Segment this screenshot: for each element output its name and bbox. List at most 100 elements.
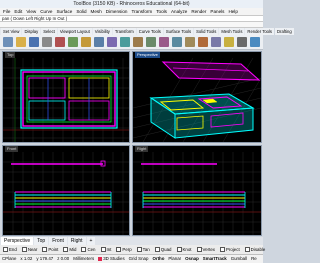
units-label[interactable]: Millimeters [73,255,94,263]
toolbar-tab-viewport-layout[interactable]: Viewport Layout [57,28,92,35]
render-icon[interactable] [198,37,208,47]
osnap-checkbox[interactable] [3,247,8,253]
menu-item-file[interactable]: File [3,8,10,15]
osnap-checkbox[interactable] [116,247,122,253]
osnap-checkbox[interactable] [42,247,48,253]
smarttrack-toggle[interactable]: SmartTrack [203,255,227,263]
layer-icon[interactable] [172,37,182,47]
menu-item-help[interactable]: Help [228,8,237,15]
toolbar-tab-visibility[interactable]: Visibility [92,28,112,35]
ortho-toggle[interactable]: Ortho [152,255,164,263]
menu-item-mesh[interactable]: Mesh [91,8,102,15]
osnap-checkbox[interactable] [21,247,27,253]
viewport-tab-front[interactable]: Front [49,237,67,245]
osnap-checkbox[interactable] [176,247,182,253]
osnap-checkbox[interactable] [154,247,160,253]
new-icon[interactable] [3,37,13,47]
osnap-checkbox[interactable] [136,247,142,253]
toolbar-tab-display[interactable]: Display [22,28,41,35]
menu-item-solid[interactable]: Solid [76,8,86,15]
cplane-label[interactable]: CPlane [2,255,16,263]
osnap-knot[interactable]: Knot [176,245,192,254]
menu-item-analyze[interactable]: Analyze [171,8,187,15]
model-top-view [20,69,118,129]
osnap-checkbox[interactable] [81,247,87,253]
toolbar-tab-transform[interactable]: Transform [112,28,136,35]
menu-item-dimension[interactable]: Dimension [106,8,128,15]
osnap-near[interactable]: Near [21,245,38,254]
menu-item-panels[interactable]: Panels [210,8,224,15]
osnap-tan[interactable]: Tan [136,245,150,254]
osnap-quad[interactable]: Quad [154,245,172,254]
osnap-int[interactable]: Int [100,245,112,254]
add-viewport-tab-button[interactable]: + [86,237,96,245]
undo-icon[interactable] [94,37,104,47]
osnap-label: Int [106,247,112,252]
osnap-checkbox[interactable] [244,247,250,253]
copy-icon[interactable] [68,37,78,47]
zoom-extents-icon[interactable] [146,37,156,47]
toolbar-tab-set-view[interactable]: Set View [1,28,22,35]
toolbar-tab-drafting[interactable]: Drafting [275,28,294,35]
viewport-top-canvas [3,58,129,142]
osnap-checkbox[interactable] [100,247,106,253]
save-icon[interactable] [29,37,39,47]
osnap-checkbox[interactable] [63,247,69,253]
status-bar: CPlane x 1.02 y 179.47 z 0.00 Millimeter… [0,254,263,263]
osnap-project[interactable]: Project [220,245,240,254]
osnap-checkbox[interactable] [196,247,202,253]
gumball-toggle[interactable]: Gumball [231,255,247,263]
light-icon[interactable] [224,37,234,47]
osnap-mid[interactable]: Mid [63,245,76,254]
osnap-label: Point [48,247,59,252]
menu-item-edit[interactable]: Edit [14,8,22,15]
osnap-perp[interactable]: Perp [116,245,132,254]
viewport-top[interactable]: Top [2,51,130,143]
viewport-perspective[interactable]: Perspective [132,51,262,143]
toolbar-tab-solid-tools[interactable]: Solid Tools [194,28,219,35]
rotate-icon[interactable] [120,37,130,47]
viewport-right[interactable]: Right [132,145,262,236]
menu-item-view[interactable]: View [26,8,36,15]
toolbar-tab-select[interactable]: Select [41,28,57,35]
record-history-toggle[interactable]: Re [251,255,257,263]
viewport-tab-top[interactable]: Top [34,237,49,245]
osnap-checkbox[interactable] [220,247,225,253]
osnap-point[interactable]: Point [42,245,58,254]
osnap-toggle[interactable]: Osnap [185,255,199,263]
current-layer[interactable]: 3D Studies [98,255,125,263]
toolbar-tab-curve-tools[interactable]: Curve Tools [136,28,163,35]
properties-icon[interactable] [185,37,195,47]
help-icon[interactable] [250,37,260,47]
toolbar-tab-surface-tools[interactable]: Surface Tools [163,28,194,35]
material-icon[interactable] [211,37,221,47]
menu-item-transform[interactable]: Transform [131,8,152,15]
planar-toggle[interactable]: Planar [168,255,181,263]
print-icon[interactable] [42,37,52,47]
toolbar-tab-mesh-tools[interactable]: Mesh Tools [219,28,245,35]
grid-snap-toggle[interactable]: Grid Snap [129,255,149,263]
osnap-disable[interactable]: Disable [244,245,265,254]
model-front-view [11,160,112,208]
cut-icon[interactable] [55,37,65,47]
zoom-icon[interactable] [133,37,143,47]
osnap-vertex[interactable]: Vertex [196,245,215,254]
osnap-cen[interactable]: Cen [81,245,96,254]
menu-item-curve[interactable]: Curve [40,8,52,15]
select-icon[interactable] [159,37,169,47]
open-icon[interactable] [16,37,26,47]
toolbar-tab-render-tools[interactable]: Render Tools [245,28,275,35]
grid-icon[interactable] [237,37,247,47]
menu-item-render[interactable]: Render [191,8,206,15]
osnap-end[interactable]: End [3,245,17,254]
paste-icon[interactable] [81,37,91,47]
viewport-tab-right[interactable]: Right [67,237,86,245]
viewport-front[interactable]: Front [2,145,130,236]
viewport-tab-perspective[interactable]: Perspective [1,237,34,245]
osnap-label: Vertex [202,247,215,252]
menu-item-surface[interactable]: Surface [56,8,72,15]
osnap-label: Mid [69,247,77,252]
pan-icon[interactable] [107,37,117,47]
osnap-label: Near [27,247,38,252]
menu-item-tools[interactable]: Tools [156,8,167,15]
